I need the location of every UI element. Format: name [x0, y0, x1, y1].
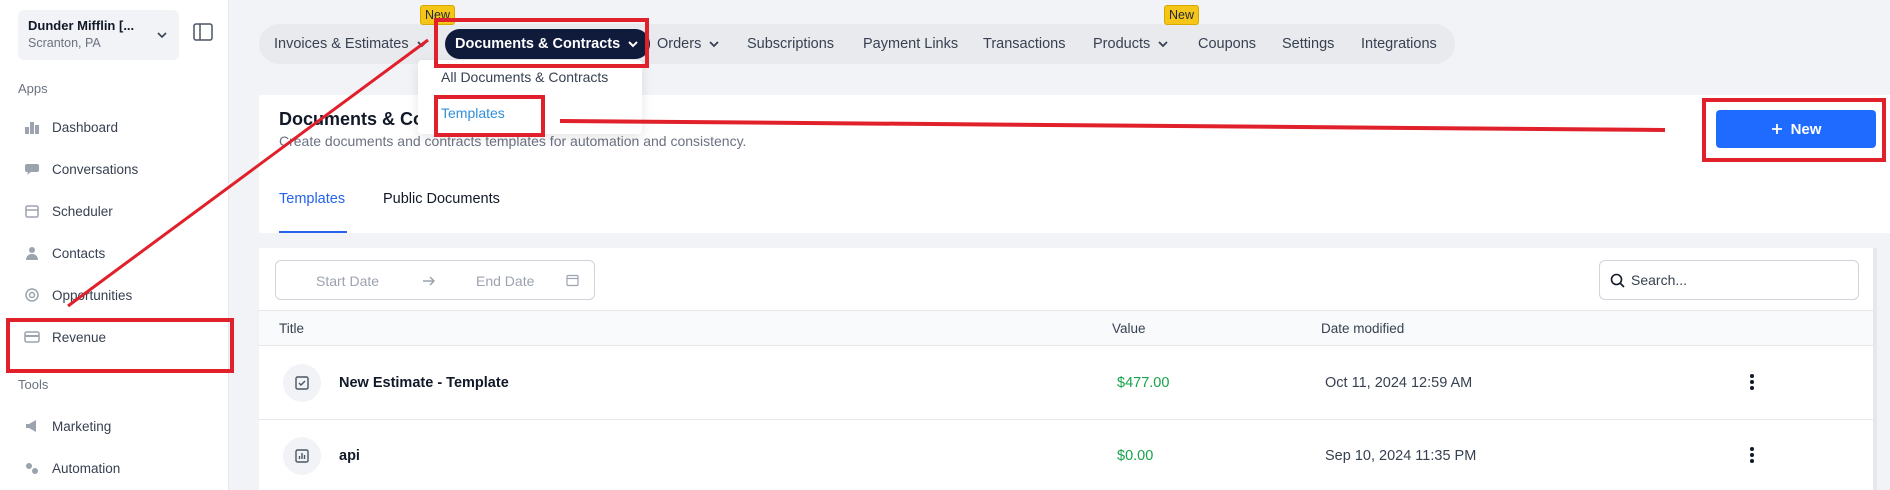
row-value: $477.00	[1117, 375, 1170, 391]
sidebar-item-label: Scheduler	[52, 203, 113, 219]
sidebar-item-dashboard[interactable]: Dashboard	[24, 116, 118, 138]
column-header-title[interactable]: Title	[279, 321, 304, 336]
column-header-value[interactable]: Value	[1112, 321, 1146, 336]
tab-label: Subscriptions	[747, 36, 835, 52]
chevron-down-icon	[1158, 41, 1168, 48]
row-date: Sep 10, 2024 11:35 PM	[1325, 448, 1477, 464]
row-title[interactable]: api	[339, 448, 360, 464]
table-row[interactable]: api $0.00 Sep 10, 2024 11:35 PM	[259, 420, 1873, 490]
tab-label: Orders	[657, 36, 702, 52]
templates-table-card: Start Date End Date Title Value Date mod…	[259, 248, 1877, 490]
row-value: $0.00	[1117, 448, 1154, 464]
sidebar-item-label: Automation	[52, 460, 121, 476]
annotation-box-templates	[434, 95, 545, 137]
calendar-icon	[566, 274, 579, 287]
tab-invoices-estimates[interactable]: Invoices & Estimates	[274, 24, 429, 64]
tab-products[interactable]: Products	[1093, 24, 1170, 64]
sidebar-item-opportunities[interactable]: Opportunities	[24, 284, 132, 306]
sidebar: Dunder Mifflin [... Scranton, PA Apps Da…	[0, 0, 229, 490]
megaphone-icon	[26, 420, 36, 432]
end-date-placeholder: End Date	[476, 273, 535, 289]
chevron-down-icon	[157, 32, 167, 39]
annotation-box-revenue	[6, 318, 234, 373]
sidebar-item-conversations[interactable]: Conversations	[24, 158, 138, 180]
sidebar-toggle-icon[interactable]	[193, 23, 213, 41]
more-options-icon[interactable]	[1749, 446, 1755, 464]
tab-label: Payment Links	[863, 36, 959, 52]
person-icon	[26, 247, 38, 260]
tab-settings[interactable]: Settings	[1282, 24, 1334, 64]
account-switcher[interactable]: Dunder Mifflin [... Scranton, PA	[18, 10, 179, 60]
tab-label: Integrations	[1361, 36, 1437, 52]
sidebar-item-scheduler[interactable]: Scheduler	[24, 200, 113, 222]
sidebar-item-automation[interactable]: Automation	[24, 457, 120, 479]
estimate-icon	[283, 364, 321, 402]
annotation-box-documents-tab	[434, 18, 649, 68]
tab-subscriptions[interactable]: Subscriptions	[747, 24, 834, 64]
tab-label: Products	[1093, 36, 1151, 52]
search-icon	[1610, 273, 1625, 288]
tab-label: Invoices & Estimates	[274, 36, 409, 52]
gears-icon	[26, 463, 38, 474]
menu-item-all-documents[interactable]: All Documents & Contracts	[441, 69, 608, 85]
sidebar-item-label: Dashboard	[52, 119, 119, 135]
subtab-templates[interactable]: Templates	[279, 191, 345, 207]
apps-section-label: Apps	[18, 81, 48, 96]
tab-label: Settings	[1282, 36, 1335, 52]
column-header-date-modified[interactable]: Date modified	[1321, 321, 1404, 336]
sidebar-item-label: Opportunities	[52, 287, 133, 303]
row-date: Oct 11, 2024 12:59 AM	[1325, 375, 1473, 391]
calendar-icon	[25, 205, 39, 218]
sidebar-item-label: Conversations	[52, 161, 139, 177]
sidebar-item-label: Marketing	[52, 418, 112, 434]
target-icon	[25, 288, 39, 302]
more-options-icon[interactable]	[1749, 373, 1755, 391]
tab-payment-links[interactable]: Payment Links	[863, 24, 958, 64]
tab-integrations[interactable]: Integrations	[1361, 24, 1437, 64]
annotation-box-new-button	[1702, 98, 1886, 162]
tools-section-label: Tools	[18, 377, 49, 392]
sidebar-item-marketing[interactable]: Marketing	[24, 415, 111, 437]
start-date-placeholder: Start Date	[316, 273, 380, 289]
search-input[interactable]	[1631, 272, 1831, 288]
search-box[interactable]	[1599, 260, 1859, 300]
date-range-picker[interactable]: Start Date End Date	[275, 260, 595, 300]
tab-coupons[interactable]: Coupons	[1198, 24, 1256, 64]
chevron-down-icon	[709, 41, 719, 48]
account-location: Scranton, PA	[28, 36, 101, 50]
dashboard-icon	[25, 122, 39, 134]
tab-transactions[interactable]: Transactions	[983, 24, 1065, 64]
new-badge: New	[1164, 5, 1200, 25]
arrow-right-icon	[423, 276, 436, 286]
account-name: Dunder Mifflin [...	[28, 18, 135, 33]
tab-label: Transactions	[983, 36, 1066, 52]
active-subtab-indicator	[279, 231, 347, 233]
table-header: Title Value Date modified	[259, 310, 1873, 346]
chart-icon	[283, 437, 321, 475]
table-row[interactable]: New Estimate - Template $477.00 Oct 11, …	[259, 347, 1873, 420]
chat-icon	[25, 164, 39, 175]
tab-label: Coupons	[1198, 36, 1257, 52]
sidebar-item-label: Contacts	[52, 245, 106, 261]
subtab-public-documents[interactable]: Public Documents	[383, 191, 500, 207]
row-title[interactable]: New Estimate - Template	[339, 375, 509, 391]
page-title: Documents & Co	[279, 109, 425, 129]
sidebar-item-contacts[interactable]: Contacts	[24, 242, 105, 264]
tab-orders[interactable]: Orders	[657, 24, 721, 64]
chevron-down-icon	[416, 41, 427, 48]
